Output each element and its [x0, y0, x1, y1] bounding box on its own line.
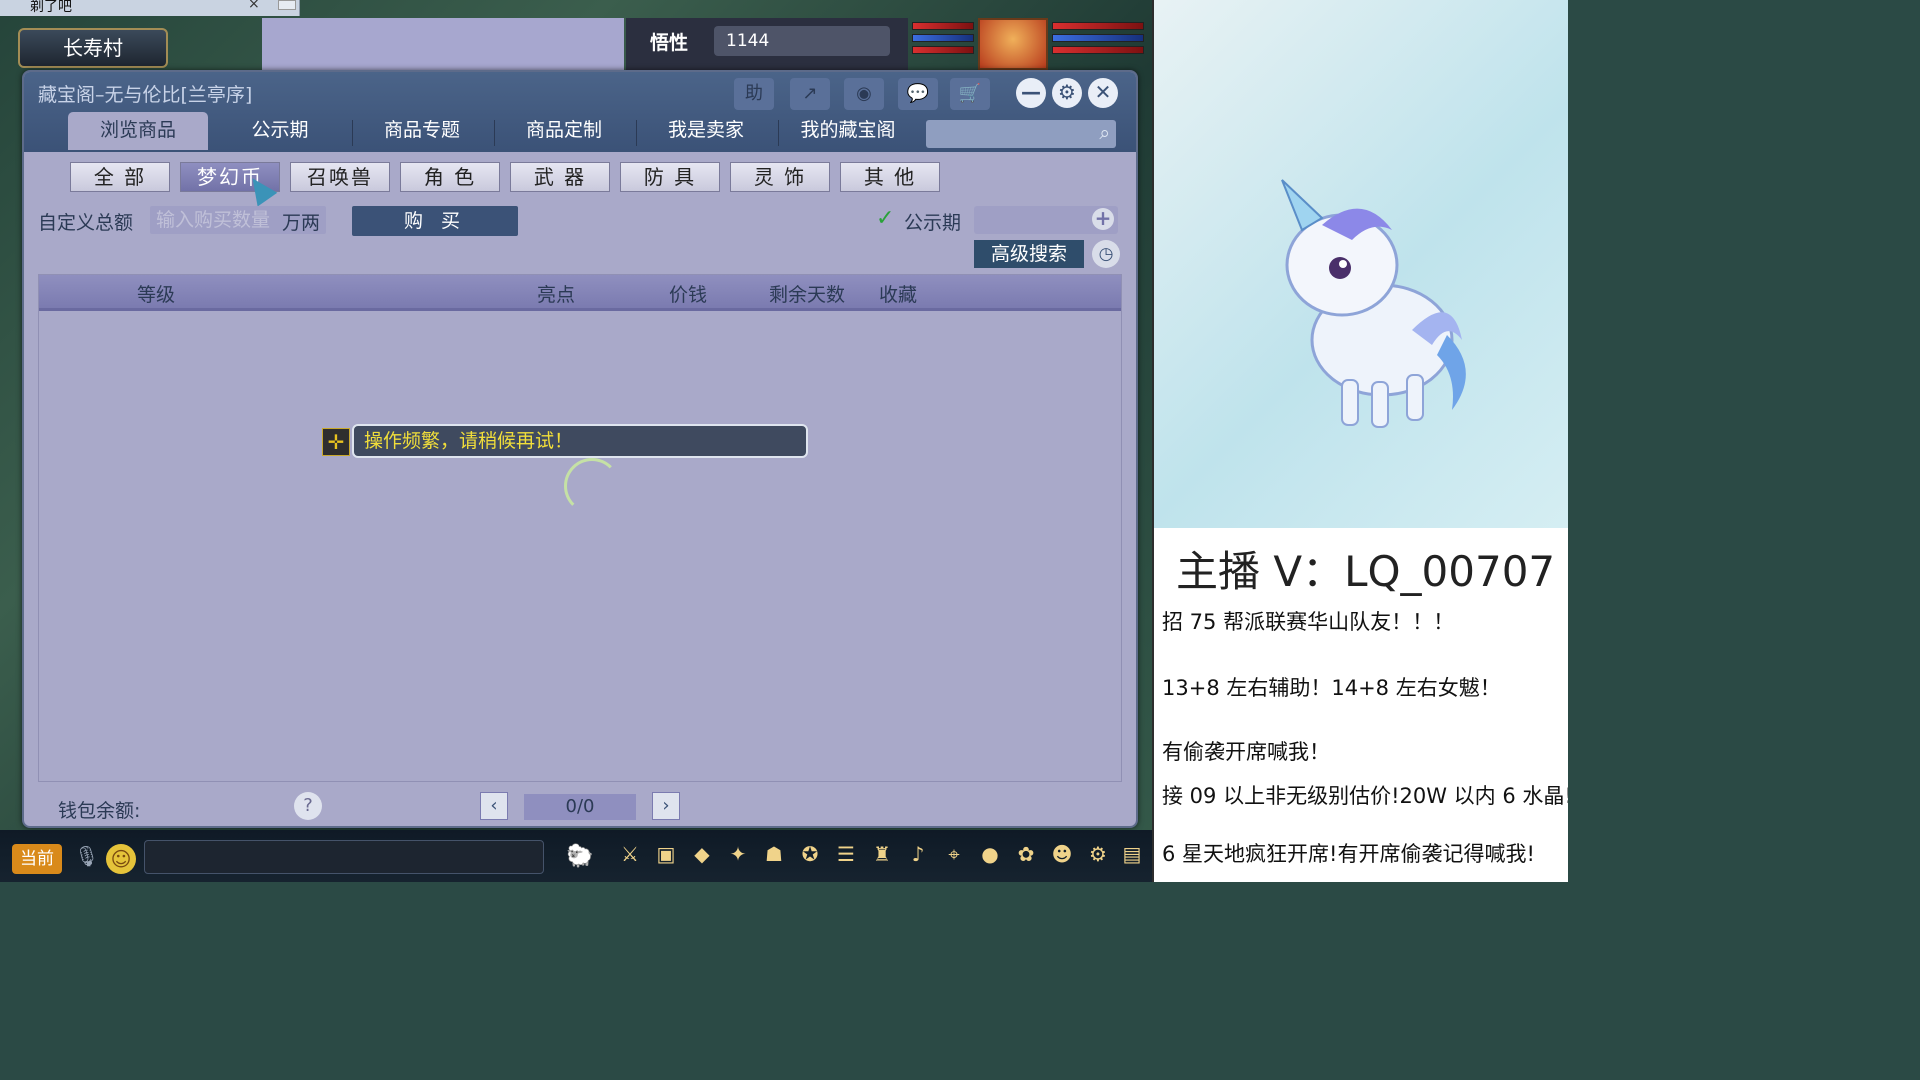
category-pet[interactable]: 召唤兽 — [290, 162, 390, 192]
minimize-button[interactable]: — — [1016, 78, 1046, 108]
plus-icon[interactable]: + — [1092, 208, 1114, 230]
wallet-label: 钱包余额: — [58, 800, 141, 822]
column-favorite[interactable]: 收藏 — [879, 280, 917, 307]
column-highlights[interactable]: 亮点 — [537, 280, 575, 307]
column-price[interactable]: 价钱 — [669, 280, 707, 307]
scroll-icon[interactable]: ☰ — [830, 836, 862, 872]
wuxing-label: 悟性 — [650, 32, 689, 54]
avatar[interactable] — [978, 18, 1048, 70]
clock-icon[interactable]: ◷ — [1092, 240, 1120, 268]
help-icon[interactable]: ? — [294, 792, 322, 820]
pet-icon[interactable]: 🐑 — [562, 840, 598, 874]
overlay-message: 6 星天地疯狂开席!有开席偷袭记得喊我! — [1162, 842, 1535, 866]
emoji-icon[interactable]: ☺ — [106, 844, 136, 874]
top-strip — [262, 18, 624, 70]
public-period-select[interactable]: + — [974, 206, 1118, 234]
guild-icon[interactable]: ✪ — [794, 836, 826, 872]
record-icon[interactable]: ◉ — [844, 78, 884, 110]
chat-icon[interactable]: 💬 — [898, 78, 938, 110]
goods-table: 等级 亮点 价钱 剩余天数 收藏 — [38, 274, 1122, 782]
window-title: 藏宝阁–无与伦比[兰亭序] — [38, 84, 253, 106]
tab-seller[interactable]: 我是卖家 — [636, 112, 776, 150]
amount-unit: 万两 — [282, 212, 321, 234]
fortress-icon[interactable]: ♜ — [866, 836, 898, 872]
chat-input[interactable] — [144, 840, 544, 874]
category-other[interactable]: 其 他 — [840, 162, 940, 192]
table-header: 等级 亮点 价钱 剩余天数 收藏 — [39, 275, 1121, 311]
notice-toast: ✛ 操作频繁，请稍候再试！ — [322, 424, 808, 458]
loading-spinner-icon — [564, 458, 620, 514]
player-status-bars — [1052, 22, 1144, 70]
overlay-message: 招 75 帮派联赛华山队友！！！ — [1162, 610, 1455, 634]
browser-tab[interactable]: 剃了吧 × — [0, 0, 300, 16]
smile-icon[interactable]: ☻ — [1046, 836, 1078, 872]
settings-button[interactable]: ⚙ — [1052, 78, 1082, 108]
tab-custom[interactable]: 商品定制 — [494, 112, 634, 150]
bag-icon[interactable]: ◆ — [686, 836, 718, 872]
sword-icon[interactable]: ⚔ — [614, 836, 646, 872]
microphone-icon[interactable]: 🎙 — [74, 844, 99, 874]
team-icon[interactable]: ☗ — [758, 836, 790, 872]
game-toolbar: 当前 🎙 ☺ 🐑 ⚔ ▣ ◆ ✦ ☗ ✪ ☰ ♜ ♪ ⌖ ● ✿ ☻ ⚙ ▤ — [0, 830, 1152, 882]
location-banner: 长寿村 — [18, 28, 168, 68]
column-level[interactable]: 等级 — [137, 280, 175, 307]
category-all[interactable]: 全 部 — [70, 162, 170, 192]
close-icon[interactable]: × — [248, 0, 260, 12]
bell-icon[interactable]: ♪ — [902, 836, 934, 872]
page-indicator: 0/0 — [524, 794, 636, 820]
overlay-message: 接 09 以上非无级别估价!20W 以内 6 水晶! — [1162, 784, 1568, 808]
unicorn-mascot-icon — [1281, 179, 1466, 428]
move-icon: ✛ — [322, 428, 350, 456]
stream-info-panel: 主播 V：LQ_00707 招 75 帮派联赛华山队友！！！ 13+8 左右辅助… — [1154, 528, 1568, 882]
tab-browse[interactable]: 浏览商品 — [68, 112, 208, 150]
new-tab-button[interactable] — [278, 0, 296, 10]
peach-icon[interactable]: ● — [974, 836, 1006, 872]
system-icon[interactable]: ▤ — [1116, 836, 1148, 872]
checkmark-icon[interactable]: ✓ — [876, 208, 900, 232]
next-page-button[interactable]: › — [652, 792, 680, 820]
custom-amount-label: 自定义总额 — [38, 212, 134, 234]
column-days-left[interactable]: 剩余天数 — [769, 280, 845, 307]
overlay-message: 有偷袭开席喊我！ — [1162, 740, 1330, 764]
shell-icon[interactable]: ✿ — [1010, 836, 1042, 872]
public-period-label: 公示期 — [904, 212, 962, 234]
category-accessory[interactable]: 灵 饰 — [730, 162, 830, 192]
prev-page-button[interactable]: ‹ — [480, 792, 508, 820]
streamer-id: 主播 V：LQ_00707 — [1176, 547, 1556, 596]
map-icon[interactable]: ⌖ — [938, 836, 970, 872]
buy-button[interactable]: 购 买 — [352, 206, 518, 236]
search-icon[interactable]: ⌕ — [1099, 122, 1110, 144]
tab-public[interactable]: 公示期 — [210, 112, 350, 150]
browser-tab-title: 剃了吧 — [30, 0, 72, 15]
cangbaoge-window: 藏宝阁–无与伦比[兰亭序] 助 ↗ ◉ 💬 🛒 — ⚙ ✕ 浏览商品 公示期 商… — [22, 70, 1138, 828]
category-weapon[interactable]: 武 器 — [510, 162, 610, 192]
chat-channel-button[interactable]: 当前 — [12, 844, 62, 874]
tab-topics[interactable]: 商品专题 — [352, 112, 492, 150]
tab-my-cangbaoge[interactable]: 我的藏宝阁 — [778, 112, 918, 150]
category-armor[interactable]: 防 具 — [620, 162, 720, 192]
cart-icon[interactable]: 🛒 — [950, 78, 990, 110]
notice-text: 操作频繁，请稍候再试！ — [352, 424, 808, 458]
skill-icon[interactable]: ✦ — [722, 836, 754, 872]
pet-status-bars — [912, 22, 974, 70]
screen: { "game": { "tab_title": "剃了吧", "locatio… — [0, 0, 1568, 882]
chest-icon[interactable]: ▣ — [650, 836, 682, 872]
close-button[interactable]: ✕ — [1088, 78, 1118, 108]
help-icon[interactable]: 助 — [734, 78, 774, 110]
search-input[interactable]: ⌕ — [926, 120, 1116, 148]
category-character[interactable]: 角 色 — [400, 162, 500, 192]
overlay-message: 13+8 左右辅助！14+8 左右女魃！ — [1162, 676, 1501, 700]
advanced-search-button[interactable]: 高级搜索 — [974, 240, 1084, 268]
wuxing-value: 1144 — [714, 26, 890, 56]
window-header: 藏宝阁–无与伦比[兰亭序] 助 ↗ ◉ 💬 🛒 — ⚙ ✕ 浏览商品 公示期 商… — [24, 72, 1136, 152]
share-icon[interactable]: ↗ — [790, 78, 830, 110]
gear-icon[interactable]: ⚙ — [1082, 836, 1114, 872]
